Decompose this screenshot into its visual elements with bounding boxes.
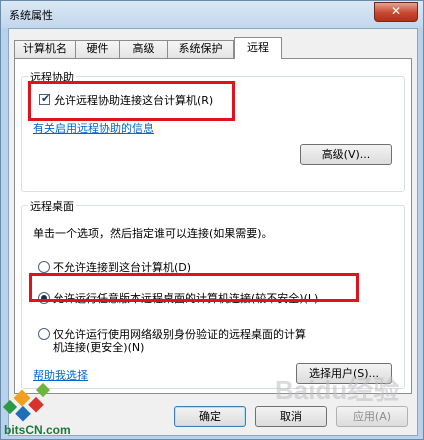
baidu-watermark: Baidu经验	[275, 375, 400, 405]
radio-nla-only[interactable]	[38, 328, 50, 340]
radio-no-connections[interactable]	[38, 261, 50, 273]
tab-advanced[interactable]: 高级	[119, 40, 168, 58]
option-nla-only-label-line2[interactable]: 机连接(更安全)(N)	[53, 339, 144, 355]
advanced-button[interactable]: 高级(V)...	[300, 144, 392, 165]
remote-desktop-title: 远程桌面	[28, 198, 76, 214]
close-button[interactable]: ✕	[374, 2, 418, 22]
tab-computer-name[interactable]: 计算机名	[14, 40, 76, 58]
title-bar[interactable]: 系统属性 ✕	[1, 1, 423, 28]
apply-button[interactable]: 应用(A)	[336, 406, 408, 427]
remote-assistance-info-link[interactable]: 有关启用远程协助的信息	[33, 120, 154, 136]
cancel-button[interactable]: 取消	[255, 406, 327, 427]
tab-hardware[interactable]: 硬件	[75, 40, 120, 58]
highlight-any-version-option	[29, 273, 359, 302]
tab-system-protection[interactable]: 系统保护	[167, 40, 234, 58]
highlight-remote-assistance	[28, 81, 235, 121]
remote-desktop-instruction: 单击一个选项，然后指定谁可以连接(如果需要)。	[33, 227, 273, 240]
bitscn-logo-icon	[2, 382, 51, 422]
tab-remote[interactable]: 远程	[234, 37, 282, 59]
bitscn-watermark: bitsCN.com	[4, 423, 71, 437]
close-icon: ✕	[390, 4, 402, 18]
ok-button[interactable]: 确定	[174, 406, 246, 427]
window-title: 系统属性	[9, 9, 53, 22]
